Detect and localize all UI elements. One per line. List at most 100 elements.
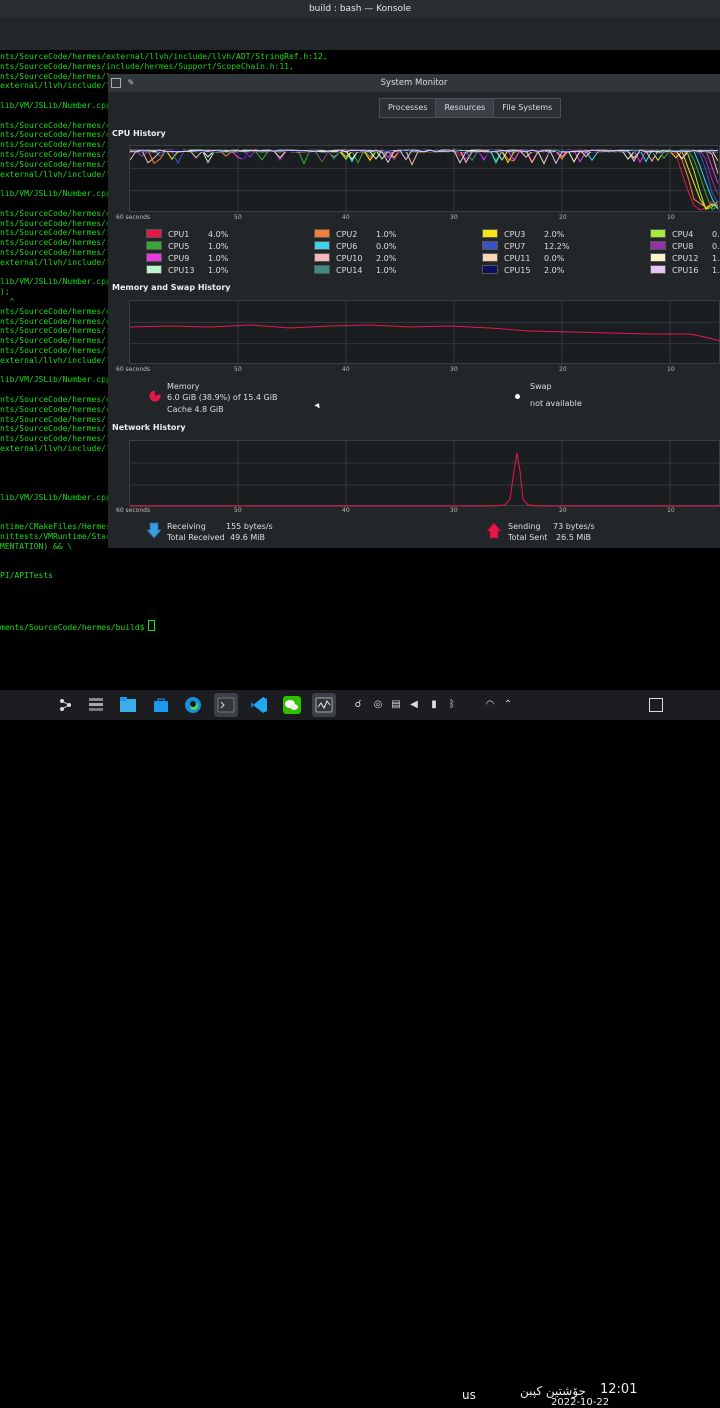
volume-tray-icon[interactable]: ◀ bbox=[408, 698, 420, 712]
cpu-legend-name: CPU4 bbox=[672, 230, 694, 239]
store-icon[interactable] bbox=[149, 693, 173, 717]
edge-browser-icon[interactable] bbox=[181, 693, 205, 717]
terminal-line: nts/SourceCode/hermes/i bbox=[0, 336, 111, 346]
terminal-line: lib/VM/JSLib/Number.cpp: bbox=[0, 189, 116, 199]
terminal-line: PI/APITests bbox=[0, 571, 53, 581]
wechat-icon[interactable] bbox=[280, 693, 304, 717]
cpu-legend-value: 0.0% bbox=[712, 242, 720, 251]
net-xtick-20: 20 bbox=[559, 507, 567, 514]
mem-xtick-50: 50 bbox=[234, 366, 242, 373]
app-launcher-icon[interactable] bbox=[54, 693, 78, 717]
cpu-legend-value: 4.0% bbox=[208, 230, 229, 239]
cpu-legend-name: CPU7 bbox=[504, 242, 526, 251]
cpu-legend-name: CPU2 bbox=[336, 230, 358, 239]
notifications-tray-icon[interactable]: ▮ bbox=[428, 698, 440, 712]
cpu-legend-item: CPU14 1.0% bbox=[314, 265, 396, 275]
cpu-legend-name: CPU12 bbox=[672, 254, 699, 263]
memory-pie-icon bbox=[149, 390, 161, 402]
memory-used: 6.0 GiB (38.9%) of 15.4 GiB bbox=[167, 393, 278, 402]
terminal-line: external/llvh/include/l bbox=[0, 257, 111, 267]
cpu-trace bbox=[130, 149, 719, 210]
cpu-xtick-30: 30 bbox=[450, 214, 458, 221]
cpu-legend-swatch bbox=[146, 241, 162, 250]
tab-bar: Processes Resources File Systems bbox=[379, 98, 562, 118]
cpu-legend-item: CPU6 0.0% bbox=[314, 241, 396, 251]
swap-value: not available bbox=[530, 399, 582, 408]
cpu-legend-swatch bbox=[650, 241, 666, 250]
mem-xtick-40: 40 bbox=[342, 366, 350, 373]
konsole-taskbar-icon[interactable] bbox=[214, 693, 238, 717]
show-desktop-icon[interactable] bbox=[649, 698, 663, 712]
cpu-history-graph bbox=[129, 145, 720, 213]
tab-file-systems[interactable]: File Systems bbox=[493, 98, 562, 118]
cpu-xtick-20: 20 bbox=[559, 214, 567, 221]
cpu-legend-name: CPU8 bbox=[672, 242, 694, 251]
terminal-line: ^ bbox=[0, 297, 15, 306]
cpu-legend-value: 0.0% bbox=[544, 254, 565, 263]
cpu-trace bbox=[130, 149, 719, 208]
kdeconnect-tray-icon[interactable]: ☌ bbox=[352, 698, 364, 712]
terminal-line: nts/SourceCode/hermes/i bbox=[0, 150, 111, 159]
system-monitor-titlebar[interactable]: ✎ System Monitor bbox=[108, 74, 720, 92]
cpu-xtick-10: 10 bbox=[667, 214, 675, 221]
cpu-legend-name: CPU5 bbox=[168, 242, 190, 251]
cpu-trace bbox=[130, 149, 719, 184]
receiving-rate: 155 bytes/s bbox=[226, 522, 273, 531]
cpu-legend-swatch bbox=[314, 229, 330, 238]
task-manager-icon[interactable] bbox=[84, 693, 108, 717]
terminal-line: nts/SourceCode/hermes/e bbox=[0, 316, 111, 326]
clock-date[interactable]: 2022-10-22 bbox=[551, 1397, 609, 1408]
terminal-line: nts/SourceCode/hermes/l bbox=[0, 248, 111, 257]
wifi-tray-icon[interactable]: ◠ bbox=[484, 698, 496, 712]
clock-time[interactable]: 12:01 bbox=[600, 1382, 637, 1397]
memory-trace bbox=[130, 324, 720, 342]
network-tray-icon[interactable]: ◎ bbox=[372, 698, 384, 712]
cpu-legend-value: 0.0% bbox=[712, 230, 720, 239]
clipboard-tray-icon[interactable]: ▤ bbox=[390, 698, 402, 712]
terminal-line: ); bbox=[0, 287, 10, 297]
cpu-legend-value: 2.0% bbox=[544, 230, 565, 239]
cpu-legend-name: CPU11 bbox=[504, 254, 531, 263]
memory-history-graph bbox=[129, 300, 720, 365]
cpu-legend-name: CPU15 bbox=[504, 266, 531, 275]
swap-indicator-icon bbox=[515, 394, 520, 399]
terminal-line: nts/SourceCode/hermes/e bbox=[0, 120, 111, 130]
cpu-legend-item: CPU2 1.0% bbox=[314, 229, 396, 239]
cpu-legend-name: CPU3 bbox=[504, 230, 526, 239]
terminal-line: nts/SourceCode/hermes/e bbox=[0, 404, 111, 414]
cpu-legend-item: CPU11 0.0% bbox=[482, 253, 564, 263]
vscode-icon[interactable] bbox=[247, 693, 271, 717]
network-history-graph bbox=[129, 440, 720, 507]
taskbar: ☌ ◎ ▤ ◀ ▮ ᛒ us ◠ ⌃ جۆشتین کپبن 12:01 202… bbox=[0, 690, 720, 1408]
cpu-legend-value: 2.0% bbox=[376, 254, 397, 263]
cpu-legend-value: 1.0% bbox=[376, 230, 397, 239]
cpu-legend-swatch bbox=[650, 253, 666, 262]
cpu-legend-swatch bbox=[482, 241, 498, 250]
cpu-legend-item: CPU15 2.0% bbox=[482, 265, 564, 275]
sending-arrow-icon bbox=[486, 522, 502, 539]
mem-xtick-30: 30 bbox=[450, 366, 458, 373]
cpu-trace bbox=[130, 149, 719, 204]
tab-resources[interactable]: Resources bbox=[435, 98, 495, 118]
keyboard-layout-indicator[interactable]: us bbox=[462, 1388, 476, 1402]
cpu-legend-swatch bbox=[314, 253, 330, 262]
terminal-line: nts/SourceCode/hermes/l bbox=[0, 434, 111, 444]
system-monitor-taskbar-icon[interactable] bbox=[312, 693, 336, 717]
terminal-line: nts/SourceCode/hermes/l bbox=[0, 346, 111, 355]
cpu-legend-value: 1.0% bbox=[712, 266, 720, 275]
expand-tray-icon[interactable]: ⌃ bbox=[502, 698, 514, 712]
cpu-legend-name: CPU1 bbox=[168, 230, 190, 239]
cpu-legend-item: CPU13 1.0% bbox=[146, 265, 228, 275]
tab-processes[interactable]: Processes bbox=[379, 98, 437, 118]
memory-cache: Cache 4.8 GiB bbox=[167, 405, 224, 414]
net-xtick-30: 30 bbox=[450, 507, 458, 514]
terminal-line: nts/SourceCode/hermes/i bbox=[0, 414, 111, 424]
network-history-plot bbox=[130, 441, 720, 507]
cpu-trace bbox=[130, 149, 719, 211]
file-manager-icon[interactable] bbox=[116, 693, 140, 717]
terminal-line: nts/SourceCode/hermes/i bbox=[0, 326, 111, 336]
cpu-legend-value: 12.2% bbox=[544, 242, 570, 251]
cpu-trace bbox=[130, 149, 719, 210]
bluetooth-tray-icon[interactable]: ᛒ bbox=[446, 698, 458, 712]
network-history-title: Network History bbox=[112, 423, 186, 432]
